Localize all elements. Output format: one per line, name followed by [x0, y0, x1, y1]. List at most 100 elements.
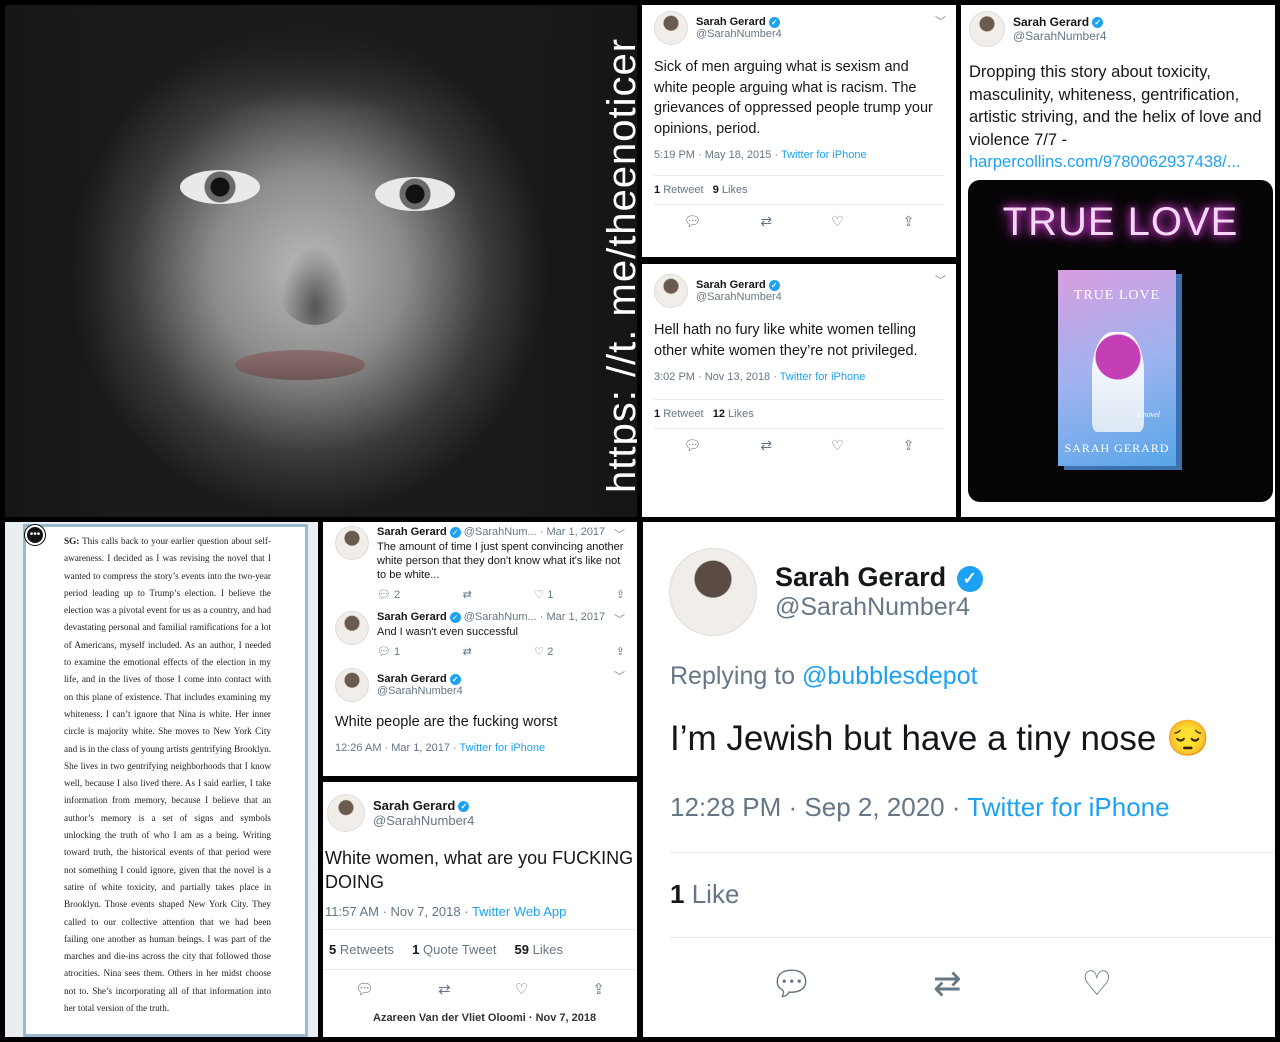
reply-icon[interactable]: 💬︎: [770, 964, 813, 1004]
tweet-source[interactable]: Twitter for iPhone: [967, 792, 1169, 822]
like-icon[interactable]: ♡: [831, 437, 844, 454]
avatar[interactable]: [327, 794, 365, 832]
quote-label: Quote Tweet: [422, 942, 497, 957]
avatar[interactable]: [335, 611, 369, 645]
avatar[interactable]: [654, 274, 688, 308]
like-icon[interactable]: ♡ 2: [534, 645, 553, 658]
author-name[interactable]: Sarah Gerard: [377, 611, 447, 623]
book-image[interactable]: TRUE LOVE TRUE LOVE a novel SARAH GERARD: [968, 180, 1273, 502]
replying-to-user[interactable]: @bubblesdepot: [802, 662, 978, 690]
tweet-time[interactable]: 3:02 PM · Nov 13, 2018 ·: [654, 371, 780, 383]
avatar[interactable]: [969, 11, 1005, 47]
like-icon[interactable]: ♡: [1082, 964, 1112, 1004]
like-label: Likes: [721, 184, 748, 196]
share-icon[interactable]: ⇪: [592, 980, 605, 998]
verified-badge-icon: ✓: [449, 611, 461, 623]
portrait-left-eye: [180, 170, 260, 204]
chevron-down-icon[interactable]: ﹀: [935, 272, 946, 288]
author-handle[interactable]: @SarahNum...: [464, 611, 537, 623]
tweet-card-5[interactable]: Sarah Gerard ✓ @SarahNumber4 White women,…: [323, 782, 637, 1037]
avatar[interactable]: [335, 668, 369, 702]
tweet-header: Sarah Gerard ✓ @SarahNumber4: [669, 548, 983, 636]
tweet-source[interactable]: Twitter Web App: [472, 904, 566, 919]
reply-icon[interactable]: 💬︎ 2: [377, 588, 400, 601]
share-icon[interactable]: ⇪: [616, 645, 625, 658]
author-name[interactable]: Sarah Gerard: [377, 526, 447, 538]
tweet-actions: 💬︎ ⇄ ♡ ⇪: [654, 429, 944, 454]
reply-icon[interactable]: 💬︎: [355, 980, 374, 998]
author-handle[interactable]: @SarahNumber4: [1013, 29, 1107, 43]
avatar[interactable]: [669, 548, 757, 636]
tweet-card-6[interactable]: Sarah Gerard ✓ @SarahNumber4 Replying to…: [643, 522, 1275, 1037]
retweet-icon[interactable]: ⇄: [760, 437, 772, 454]
like-icon[interactable]: ♡ 1: [534, 588, 553, 601]
retweet-icon[interactable]: ⇄: [760, 213, 772, 230]
like-count: 12: [712, 408, 725, 420]
author-handle[interactable]: @SarahNumber4: [696, 28, 782, 40]
tweet-actions: 💬︎ 1 ⇄ ♡ 2 ⇪: [377, 639, 625, 658]
tweet-time[interactable]: 12:28 PM · Sep 2, 2020 ·: [670, 792, 967, 822]
author-name[interactable]: Sarah Gerard: [696, 16, 766, 28]
next-reply-author[interactable]: Azareen Van der Vliet Oloomi · Nov 7, 20…: [323, 1012, 637, 1024]
tweet-header: Sarah Gerard ✓ @SarahNumber4: [323, 794, 637, 832]
avatar[interactable]: [335, 526, 369, 560]
tweet-time[interactable]: 5:19 PM · May 18, 2015 ·: [654, 149, 781, 161]
author-name[interactable]: Sarah Gerard: [373, 798, 455, 813]
thread-item-2[interactable]: Sarah Gerard ✓ @SarahNum... · Mar 1, 2017…: [335, 611, 625, 658]
verified-badge-icon: ✓: [768, 279, 780, 291]
tweet-date[interactable]: · Mar 1, 2017: [540, 526, 605, 538]
portrait-mouth: [235, 350, 365, 380]
tweet-thread[interactable]: Sarah Gerard ✓ @SarahNum... · Mar 1, 2017…: [323, 522, 637, 776]
reply-count: 2: [394, 589, 401, 601]
tweet-text: White people are the fucking worst: [335, 714, 558, 730]
chevron-down-icon[interactable]: ﹀: [935, 13, 946, 29]
chevron-down-icon[interactable]: ﹀: [614, 668, 625, 684]
like-icon[interactable]: ♡: [515, 980, 528, 998]
retweet-icon[interactable]: ⇄: [463, 645, 472, 658]
author-name[interactable]: Sarah Gerard: [377, 673, 447, 685]
avatar[interactable]: [654, 11, 688, 45]
like-icon[interactable]: ♡: [831, 213, 844, 230]
tweet-time[interactable]: 12:26 AM · Mar 1, 2017 ·: [335, 742, 460, 754]
tweet-card-1[interactable]: ﹀ Sarah Gerard ✓ @SarahNumber4 Sick of me…: [642, 5, 956, 257]
retweet-icon[interactable]: ⇄: [463, 588, 472, 601]
tweet-time[interactable]: 11:57 AM · Nov 7, 2018 ·: [325, 904, 472, 919]
author-name[interactable]: Sarah Gerard: [696, 279, 766, 291]
share-icon[interactable]: ⇪: [903, 213, 915, 230]
retweet-count: 1: [654, 408, 661, 420]
retweet-icon[interactable]: ⇄: [438, 980, 451, 998]
tweet-source[interactable]: Twitter for iPhone: [781, 149, 867, 161]
author-handle[interactable]: @SarahNumber4: [373, 813, 474, 828]
author-name[interactable]: Sarah Gerard: [1013, 15, 1089, 29]
verified-badge-icon: ✓: [449, 526, 461, 538]
more-options-icon[interactable]: •••: [25, 525, 45, 545]
reply-icon[interactable]: 💬︎: [684, 437, 702, 454]
author-handle[interactable]: @SarahNumber4: [696, 291, 782, 303]
tweet-text: Dropping this story about toxicity, masc…: [969, 61, 1267, 174]
share-icon[interactable]: ⇪: [616, 588, 625, 601]
author-handle[interactable]: @SarahNumber4: [775, 593, 983, 622]
like-count: 9: [712, 184, 719, 196]
chevron-down-icon[interactable]: ﹀: [614, 611, 625, 627]
chevron-down-icon[interactable]: ﹀: [614, 526, 625, 542]
book-cover: TRUE LOVE a novel SARAH GERARD: [1058, 270, 1176, 466]
tweet-card-2[interactable]: ﹀ Sarah Gerard ✓ @SarahNumber4 Hell hath …: [642, 264, 956, 517]
tweet-source[interactable]: Twitter for iPhone: [460, 742, 546, 754]
portrait-nose: [275, 235, 355, 325]
author-handle[interactable]: @SarahNumber4: [377, 685, 463, 697]
tweet-text: I’m Jewish but have a tiny nose 😔: [670, 719, 1210, 758]
tweet-meta: 5:19 PM · May 18, 2015 · Twitter for iPh…: [654, 149, 944, 161]
thread-item-1[interactable]: Sarah Gerard ✓ @SarahNum... · Mar 1, 2017…: [335, 526, 625, 601]
book-link[interactable]: harpercollins.com/9780062937438/...: [969, 153, 1241, 171]
share-icon[interactable]: ⇪: [903, 437, 915, 454]
tweet-date[interactable]: · Mar 1, 2017: [540, 611, 605, 623]
verified-badge-icon: ✓: [458, 801, 470, 813]
author-name[interactable]: Sarah Gerard: [775, 562, 946, 592]
author-handle[interactable]: @SarahNum...: [464, 526, 537, 538]
tweet-source[interactable]: Twitter for iPhone: [780, 371, 866, 383]
reply-icon[interactable]: 💬︎ 1: [377, 645, 400, 658]
tweet-actions: 💬︎ ⇄ ♡ ⇪: [323, 970, 637, 998]
reply-icon[interactable]: 💬︎: [684, 213, 702, 230]
retweet-icon[interactable]: ⇄: [933, 964, 962, 1004]
tweet-stats: 1 Retweet 9 Likes: [654, 175, 944, 205]
